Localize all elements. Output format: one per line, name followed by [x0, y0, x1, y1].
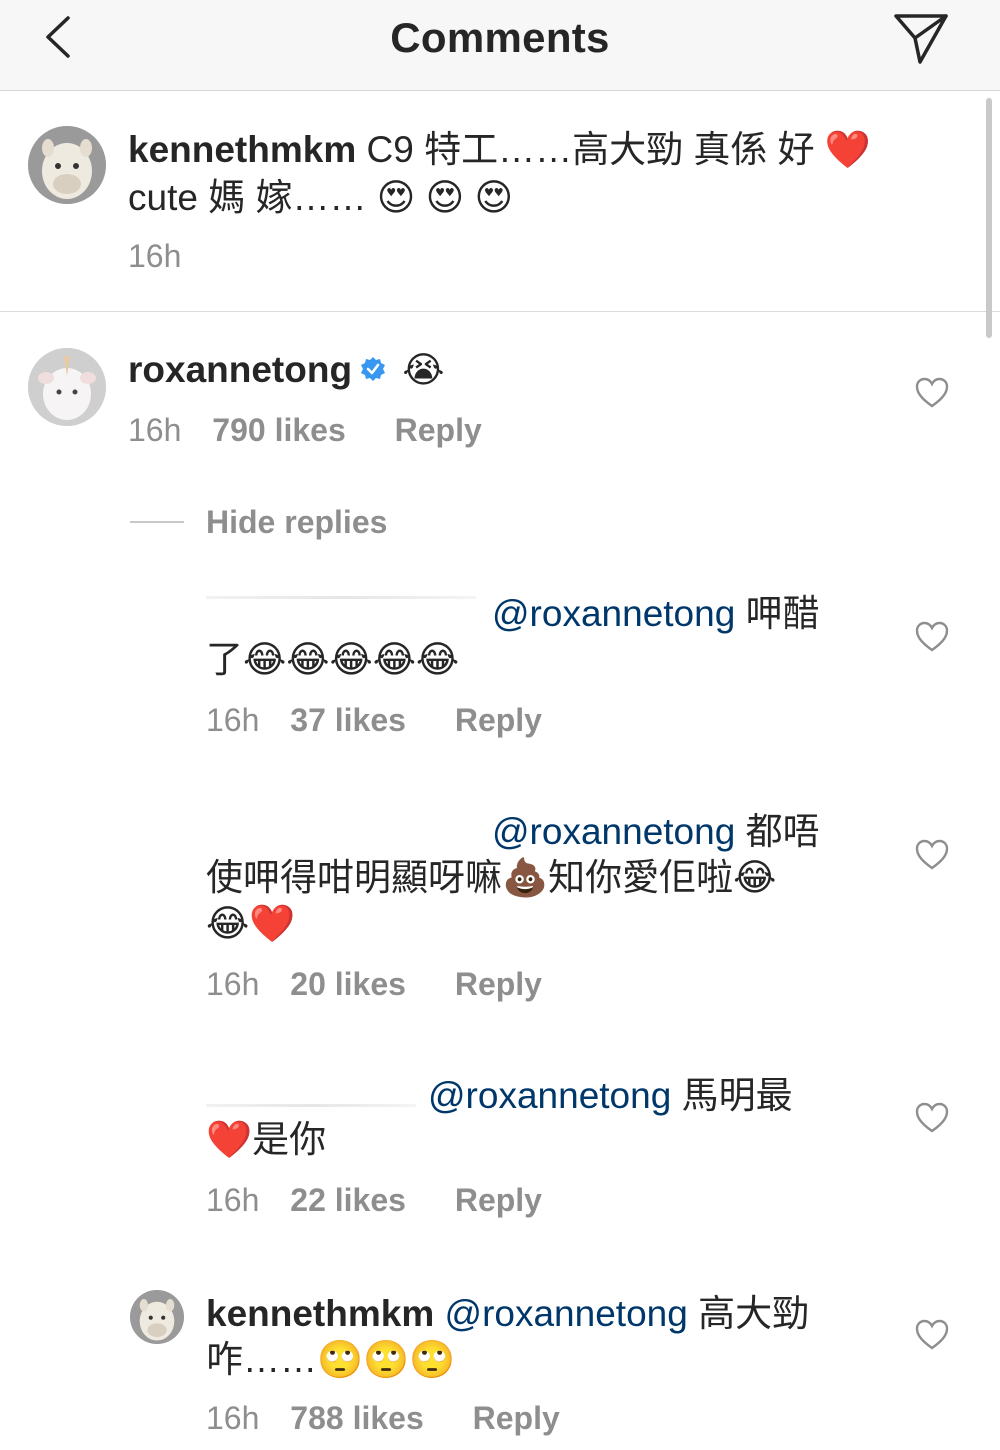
reply-time: 16h [206, 1182, 260, 1218]
heart-outline-icon[interactable] [915, 620, 949, 654]
reply-body-line1: 呷醋 [745, 593, 820, 634]
reply-text-line2: 咋……🙄🙄🙄 [206, 1336, 866, 1384]
reply-body-line1: 都唔 [745, 811, 820, 852]
avatar-kennethmkm[interactable] [130, 1290, 184, 1344]
heart-outline-icon[interactable] [915, 1101, 949, 1135]
scrollbar[interactable] [986, 98, 992, 338]
heart-outline-icon[interactable] [915, 838, 949, 872]
verified-badge-icon [361, 357, 386, 382]
header-bar: Comments [0, 0, 1000, 91]
reply-text: @roxannetong 都唔 [492, 808, 852, 856]
heart-outline-icon[interactable] [915, 376, 949, 410]
reply-mention[interactable]: @roxannetong [492, 593, 735, 634]
reply-body-line1: 馬明最 [681, 1075, 793, 1116]
reply-reply-button[interactable]: Reply [473, 1400, 560, 1436]
comment-meta: 16h 790 likes Reply [128, 412, 504, 449]
reply-likes[interactable]: 37 likes [290, 702, 406, 738]
reply-text: @roxannetong 呷醋 [492, 590, 852, 638]
heart-outline-icon[interactable] [915, 1318, 949, 1352]
comment-reply-button[interactable]: Reply [395, 412, 482, 448]
avatar-roxannetong[interactable] [28, 348, 106, 426]
caption-meta: 16h [128, 238, 203, 275]
reply-text-line2: 使呷得咁明顯呀嘛💩知你愛佢啦😂 [206, 854, 886, 902]
reply-likes[interactable]: 788 likes [290, 1400, 423, 1436]
divider-line [130, 521, 184, 523]
comment-time: 16h [128, 412, 182, 448]
reply-body-line2: ❤️是你 [206, 1119, 327, 1160]
reply-likes[interactable]: 22 likes [290, 1182, 406, 1218]
avatar-kennethmkm[interactable] [28, 126, 106, 204]
reply-body-line1: 高大勁 [698, 1293, 810, 1334]
reply-body-line2: 咋……🙄🙄🙄 [206, 1339, 456, 1380]
comment-text: roxannetong 😭 [128, 346, 888, 394]
reply-time: 16h [206, 1400, 260, 1436]
reply-likes[interactable]: 20 likes [290, 966, 406, 1002]
reply-time: 16h [206, 966, 260, 1002]
comment-username[interactable]: roxannetong [128, 349, 352, 390]
reply-reply-button[interactable]: Reply [455, 1182, 542, 1218]
comment-likes[interactable]: 790 likes [212, 412, 345, 448]
paper-plane-icon[interactable] [890, 8, 952, 70]
reply-mention[interactable]: @roxannetong [492, 811, 735, 852]
comment-body: 😭 [402, 349, 445, 390]
hide-replies-label: Hide replies [206, 503, 388, 540]
caption-username[interactable]: kennethmkm [128, 129, 356, 170]
redacted-username [206, 1104, 416, 1107]
reply-reply-button[interactable]: Reply [455, 702, 542, 738]
reply-meta: 16h 20 likes Reply [206, 966, 564, 1003]
reply-body-line2: 了😂😂😂😂😂 [206, 639, 460, 680]
reply-meta: 16h 22 likes Reply [206, 1182, 564, 1219]
hide-replies-button[interactable]: Hide replies [130, 500, 387, 544]
reply-reply-button[interactable]: Reply [455, 966, 542, 1002]
reply-body-line3: 😂❤️ [206, 903, 296, 944]
reply-text-line3: 😂❤️ [206, 900, 886, 948]
reply-meta: 16h 37 likes Reply [206, 702, 564, 739]
reply-text-line2: 了😂😂😂😂😂 [206, 636, 866, 684]
reply-text: kennethmkm @roxannetong 高大勁 [206, 1290, 866, 1338]
reply-time: 16h [206, 702, 260, 738]
caption-text: kennethmkm C9 特工……高大勁 真係 好 ❤️ cute 媽 嫁……… [128, 126, 898, 222]
reply-meta: 16h 788 likes Reply [206, 1400, 582, 1437]
reply-mention[interactable]: @roxannetong [428, 1075, 671, 1116]
page-title: Comments [390, 14, 610, 61]
redacted-username [206, 596, 476, 599]
reply-text-line2: ❤️是你 [206, 1116, 866, 1164]
reply-body-line2: 使呷得咁明顯呀嘛💩知你愛佢啦😂 [206, 857, 777, 898]
reply-text: @roxannetong 馬明最 [428, 1072, 848, 1120]
reply-username[interactable]: kennethmkm [206, 1293, 434, 1334]
reply-mention[interactable]: @roxannetong [445, 1293, 688, 1334]
caption-time: 16h [128, 238, 182, 274]
